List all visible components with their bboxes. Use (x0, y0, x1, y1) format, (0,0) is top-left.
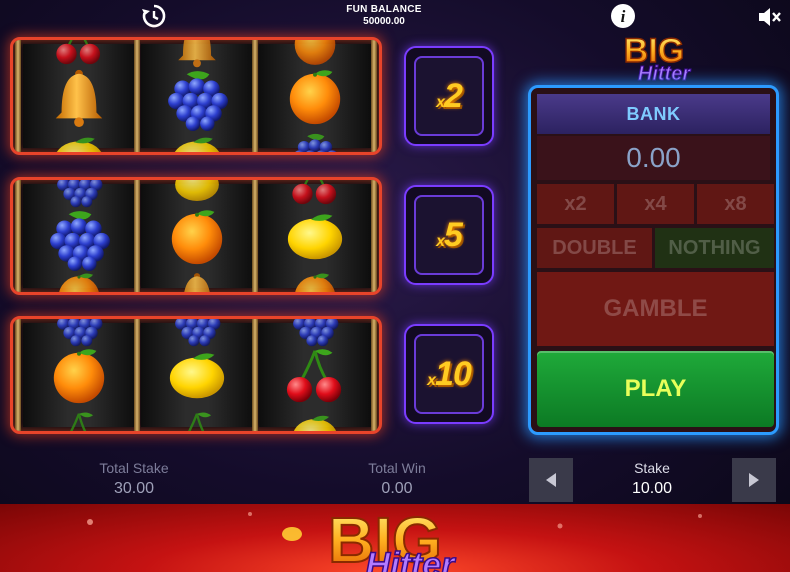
multiplier-window: x5 (414, 195, 484, 275)
play-button[interactable]: PLAY (537, 351, 774, 427)
multiplier-x10: x10 (404, 324, 494, 424)
reel-divider (134, 40, 140, 152)
multiplier-window: x10 (414, 334, 484, 414)
reel (141, 180, 253, 292)
gamble-button[interactable]: GAMBLE (537, 272, 774, 346)
grapes-icon (175, 319, 221, 347)
lemon-icon (175, 180, 219, 201)
reel-divider (252, 319, 258, 431)
reel-set-2 (10, 177, 382, 295)
cherry-icon (285, 347, 343, 404)
arrow-right-icon (749, 473, 759, 487)
reel-divider (15, 40, 21, 152)
grapes-icon (293, 319, 339, 347)
reel-divider (371, 319, 377, 431)
reel (259, 319, 371, 431)
reel-divider (15, 180, 21, 292)
reel-set-3 (10, 316, 382, 434)
double-button[interactable]: DOUBLE (537, 228, 652, 268)
reel-set-1 (10, 37, 382, 155)
svg-text:Hitter: Hitter (366, 546, 457, 572)
big-hitter-logo: BIG Hitter (87, 504, 702, 572)
total-win-value: 0.00 (381, 480, 413, 497)
lemon-icon (287, 214, 343, 260)
orange-icon (58, 273, 100, 292)
info-icon[interactable]: i (608, 1, 638, 31)
bank-value: 0.00 (537, 136, 770, 180)
grapes-icon (168, 71, 228, 131)
reel (259, 40, 371, 152)
gamble-x8-button[interactable]: x8 (697, 184, 774, 224)
reel (23, 40, 135, 152)
orange-icon (294, 273, 336, 292)
gamble-panel: BANK 0.00 x2 x4 x8 DOUBLE NOTHING GAMBLE… (528, 85, 779, 435)
balance-value: 50000.00 (363, 16, 405, 27)
top-bar: FUN BALANCE 50000.00 i (0, 0, 790, 32)
orange-icon (294, 40, 336, 65)
fun-balance: FUN BALANCE 50000.00 (320, 4, 448, 28)
reel (141, 319, 253, 431)
nothing-button[interactable]: NOTHING (655, 228, 774, 268)
cherry-icon (291, 180, 338, 206)
reel-divider (15, 319, 21, 431)
orange-icon (53, 349, 105, 404)
stake-value: 10.00 (631, 480, 673, 497)
total-stake-value: 30.00 (113, 480, 155, 497)
gamble-x4-button[interactable]: x4 (617, 184, 694, 224)
reel-divider (371, 180, 377, 292)
bank-label: BANK (537, 94, 770, 134)
reel-divider (134, 180, 140, 292)
grapes-icon (50, 211, 110, 271)
svg-text:i: i (621, 7, 626, 26)
reel (23, 319, 135, 431)
balance-label: FUN BALANCE (346, 4, 422, 15)
reel-divider (134, 319, 140, 431)
reel-divider (252, 180, 258, 292)
multiplier-x5: x5 (404, 185, 494, 285)
mute-icon[interactable] (755, 2, 785, 32)
multiplier-text: x10 (427, 354, 472, 393)
total-win-label: Total Win (368, 460, 426, 476)
grapes-icon (57, 319, 103, 347)
lemon-icon (54, 137, 104, 152)
big-hitter-logo: BIG Hitter (623, 31, 692, 85)
reel-divider (371, 40, 377, 152)
lemon-icon (169, 353, 225, 399)
grapes-icon (293, 133, 339, 152)
svg-text:Hitter: Hitter (638, 63, 691, 85)
multiplier-window: x2 (414, 56, 484, 136)
bell-icon (178, 273, 216, 292)
arrow-left-icon (546, 473, 556, 487)
bell-icon (178, 40, 216, 68)
lemon-icon (172, 137, 222, 152)
lemon-icon (293, 415, 337, 431)
grapes-icon (57, 180, 103, 208)
stake-increase-button[interactable] (732, 458, 776, 502)
multiplier-text: x2 (436, 76, 463, 115)
cherry-icon (173, 411, 220, 431)
gamble-x2-button[interactable]: x2 (537, 184, 614, 224)
reel (259, 180, 371, 292)
stake-label: Stake (634, 460, 670, 476)
orange-icon (289, 70, 341, 125)
orange-icon (171, 210, 223, 265)
stake-decrease-button[interactable] (529, 458, 573, 502)
multiplier-text: x5 (436, 215, 463, 254)
reel (141, 40, 253, 152)
reel (23, 180, 135, 292)
cherry-icon (55, 40, 102, 66)
total-stake-label: Total Stake (99, 460, 169, 476)
multiplier-x2: x2 (404, 46, 494, 146)
history-icon[interactable] (139, 1, 169, 31)
reel-divider (252, 40, 258, 152)
bell-icon (55, 69, 103, 128)
cherry-icon (55, 411, 102, 431)
bottom-banner: BIG Hitter (0, 504, 790, 572)
